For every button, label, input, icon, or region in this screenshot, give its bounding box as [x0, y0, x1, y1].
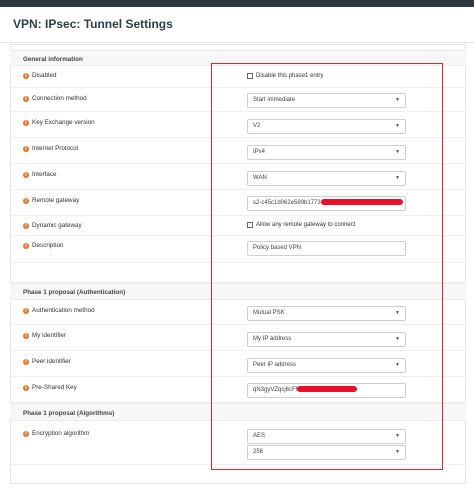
info-icon[interactable]: i	[23, 430, 29, 437]
section-title: General information	[23, 56, 83, 63]
info-icon[interactable]: i	[23, 145, 29, 152]
label-encryption: Encryption algorithm	[32, 430, 90, 437]
label-auth-method: Authentication method	[32, 307, 95, 314]
label-psk: Pre-Shared Key	[32, 384, 77, 391]
label-peer-identifier: Peer identifier	[32, 358, 71, 365]
label-description: Description	[32, 242, 64, 249]
info-icon[interactable]: i	[23, 358, 29, 365]
info-icon[interactable]: i	[23, 332, 29, 339]
info-icon[interactable]: i	[23, 119, 29, 126]
top-bar	[0, 0, 474, 7]
label-internet-protocol: Internet Protocol	[32, 145, 79, 152]
info-icon[interactable]: i	[23, 242, 29, 249]
label-dynamic-gateway: Dynamic gateway	[32, 222, 82, 229]
info-icon[interactable]: i	[23, 384, 29, 391]
info-icon[interactable]: i	[23, 222, 29, 229]
section-title: Phase 1 proposal (Algorithms)	[23, 410, 115, 417]
info-icon[interactable]: i	[23, 307, 29, 314]
title-bar: VPN: IPsec: Tunnel Settings	[0, 7, 474, 43]
label-connection-method: Connection method	[32, 95, 87, 102]
info-icon[interactable]: i	[23, 95, 29, 102]
info-icon[interactable]: i	[23, 72, 29, 79]
label-interface: Interface	[32, 171, 57, 178]
label-key-exchange: Key Exchange version	[32, 119, 95, 126]
label-my-identifier: My identifier	[32, 332, 66, 339]
info-icon[interactable]: i	[23, 197, 29, 204]
info-icon[interactable]: i	[23, 171, 29, 178]
page-title: VPN: IPsec: Tunnel Settings	[13, 17, 173, 31]
highlight-box	[211, 63, 443, 470]
label-remote-gateway: Remote gateway	[32, 197, 80, 204]
label-disabled: Disabled	[32, 72, 57, 79]
section-title: Phase 1 proposal (Authentication)	[23, 289, 126, 296]
